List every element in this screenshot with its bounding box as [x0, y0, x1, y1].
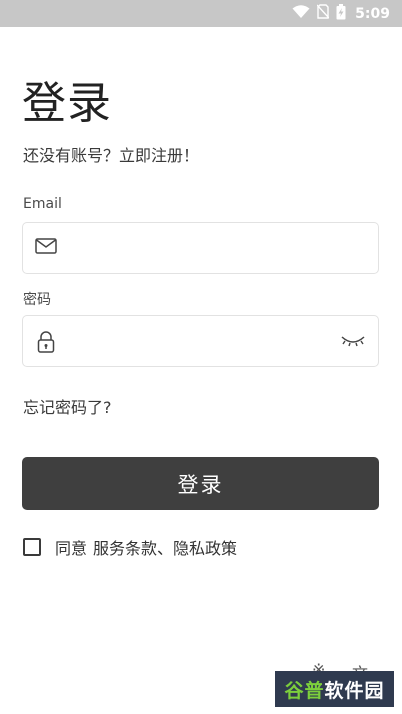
eye-closed-icon[interactable] [340, 332, 366, 354]
watermark-logo: 谷普 软件园 [275, 671, 394, 707]
email-label: Email [23, 196, 62, 212]
agree-checkbox[interactable] [23, 538, 41, 556]
login-button[interactable]: 登录 [22, 457, 379, 510]
password-field-container[interactable] [22, 315, 379, 368]
status-bar: 5:09 [0, 0, 402, 27]
battery-charging-icon [336, 3, 346, 24]
terms-privacy-link[interactable]: 服务条款、隐私政策 [93, 535, 237, 559]
email-input[interactable] [75, 223, 329, 275]
wifi-icon [292, 4, 310, 23]
watermark-part2: 软件园 [324, 679, 385, 702]
agree-label: 同意 [55, 539, 88, 558]
no-sim-icon [316, 4, 330, 23]
watermark-part1: 谷普 [284, 679, 325, 702]
password-label: 密码 [23, 292, 51, 308]
email-field-container[interactable] [22, 222, 379, 275]
status-time: 5:09 [355, 5, 390, 22]
register-link[interactable]: 还没有账号？立即注册！ [23, 142, 199, 166]
forgot-password-link[interactable]: 忘记密码了? [23, 394, 112, 418]
lock-icon [35, 330, 57, 358]
page-title: 登录 [22, 78, 112, 129]
mail-icon [35, 237, 57, 259]
password-input[interactable] [75, 316, 329, 368]
agreement-row: 同意 服务条款、隐私政策 [23, 535, 237, 559]
